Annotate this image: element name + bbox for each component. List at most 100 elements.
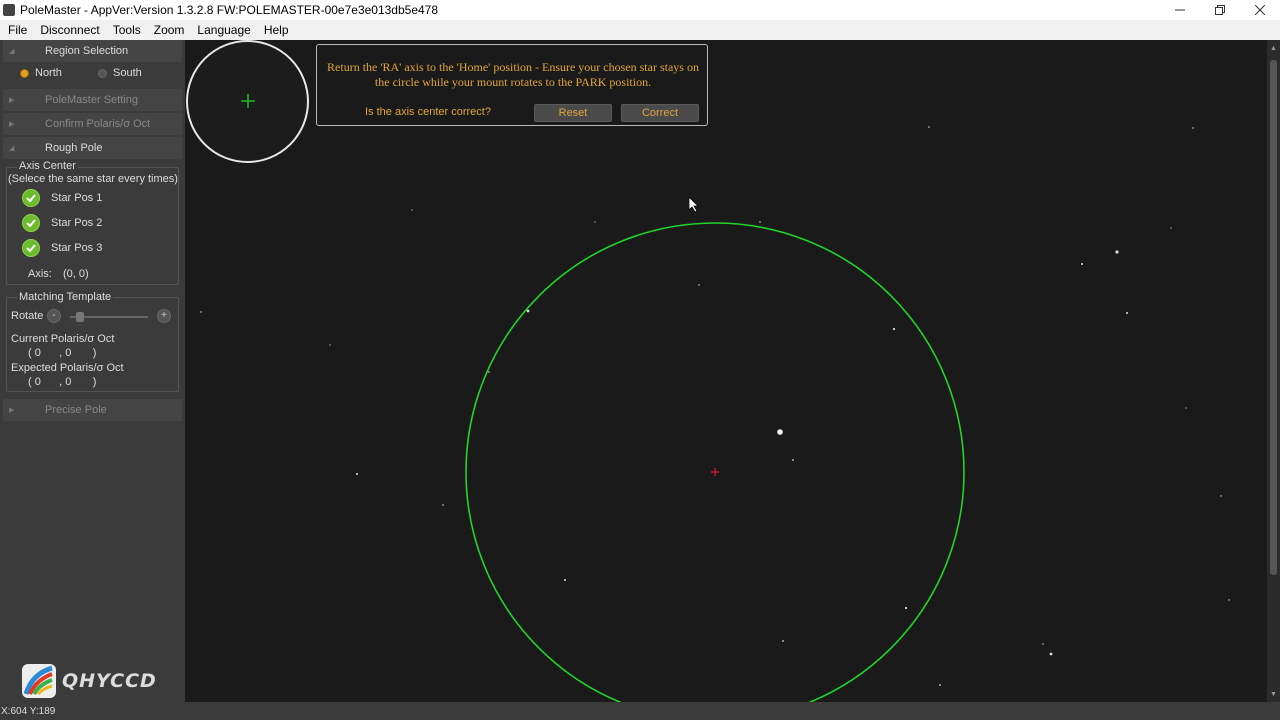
qhyccd-logo-mark	[22, 664, 56, 698]
check-icon	[22, 189, 40, 207]
star	[1228, 599, 1230, 601]
correct-button[interactable]: Correct	[621, 104, 699, 122]
star	[1185, 407, 1187, 409]
guide-circle	[465, 222, 965, 702]
section-precise-pole[interactable]: ▶ Precise Pole	[3, 399, 182, 421]
star	[488, 371, 490, 373]
star	[939, 684, 941, 686]
title-bar: PoleMaster - AppVer:Version 1.3.2.8 FW:P…	[0, 0, 1280, 20]
star	[329, 344, 331, 346]
rotate-plus-button[interactable]: +	[157, 309, 171, 323]
star	[792, 459, 794, 461]
radio-label: South	[113, 67, 142, 79]
axis-center-hint: (Selece the same star every times)	[8, 173, 178, 185]
section-label: PoleMaster Setting	[45, 94, 138, 106]
star	[698, 284, 700, 286]
control-panel: ◢ Region Selection North South ▶ PoleMas…	[0, 40, 185, 702]
star	[411, 209, 413, 211]
section-label: Precise Pole	[45, 404, 107, 416]
scroll-thumb[interactable]	[1270, 60, 1277, 575]
minimize-icon	[1175, 9, 1185, 11]
expanded-triangle-icon: ◢	[9, 48, 15, 55]
menu-disconnect[interactable]: Disconnect	[35, 23, 104, 37]
check-icon	[22, 214, 40, 232]
instruction-message: Return the 'RA' axis to the 'Home' posit…	[317, 60, 709, 90]
section-confirm-polaris[interactable]: ▶ Confirm Polaris/σ Oct	[3, 113, 182, 135]
star	[904, 606, 908, 610]
qhyccd-logo-text: QHYCCD	[62, 670, 157, 692]
app-icon	[3, 4, 15, 16]
section-polemaster-setting[interactable]: ▶ PoleMaster Setting	[3, 89, 182, 111]
star-pos-2[interactable]: Star Pos 2	[22, 214, 102, 232]
collapsed-triangle-icon: ▶	[9, 97, 15, 104]
vertical-scrollbar[interactable]: ▲ ▼	[1267, 40, 1280, 702]
expected-polaris-value: ( 0 , 0 )	[28, 376, 97, 388]
star	[442, 504, 444, 506]
axis-value: (0, 0)	[63, 268, 89, 280]
scroll-up-icon[interactable]: ▲	[1267, 42, 1280, 54]
axis-label: Axis:	[28, 268, 52, 280]
menu-file[interactable]: File	[3, 23, 32, 37]
rotate-minus-button[interactable]: -	[47, 309, 61, 323]
collapsed-triangle-icon: ▶	[9, 407, 15, 414]
star-pos-1[interactable]: Star Pos 1	[22, 189, 102, 207]
close-button[interactable]	[1240, 0, 1280, 20]
radio-north[interactable]: North	[20, 67, 62, 79]
instruction-dialog: Return the 'RA' axis to the 'Home' posit…	[316, 44, 708, 126]
window-title: PoleMaster - AppVer:Version 1.3.2.8 FW:P…	[20, 3, 439, 17]
mouse-cursor-icon	[689, 197, 699, 213]
menu-tools[interactable]: Tools	[108, 23, 146, 37]
stars-group	[200, 126, 1230, 686]
check-icon	[22, 239, 40, 257]
rotate-slider-thumb[interactable]	[76, 312, 84, 322]
status-bar: X:604 Y:189	[0, 702, 1280, 720]
qhyccd-logo: QHYCCD	[22, 664, 167, 698]
radio-label: North	[35, 67, 62, 79]
zoom-preview	[186, 40, 309, 163]
reset-button[interactable]: Reset	[534, 104, 612, 122]
star-pos-label: Star Pos 1	[51, 192, 103, 204]
polemaster-window: PoleMaster - AppVer:Version 1.3.2.8 FW:P…	[0, 0, 1280, 720]
star	[564, 579, 566, 581]
star	[1115, 250, 1119, 254]
star	[928, 126, 930, 128]
crosshair-icon	[241, 94, 255, 108]
star	[892, 327, 896, 331]
current-polaris-value: ( 0 , 0 )	[28, 347, 97, 359]
menu-language[interactable]: Language	[192, 23, 255, 37]
star	[1126, 312, 1128, 314]
menu-zoom[interactable]: Zoom	[149, 23, 190, 37]
matching-template-title: Matching Template	[17, 291, 114, 303]
star-pos-label: Star Pos 2	[51, 217, 103, 229]
radio-dot	[98, 68, 107, 78]
star-field	[200, 126, 1230, 702]
star-pos-label: Star Pos 3	[51, 242, 103, 254]
expanded-triangle-icon: ◢	[9, 145, 15, 152]
sky-image-view[interactable]	[185, 40, 1267, 702]
expected-polaris-label: Expected Polaris/σ Oct	[11, 362, 124, 374]
scroll-down-icon[interactable]: ▼	[1267, 688, 1280, 700]
star	[1042, 643, 1044, 645]
star	[1081, 263, 1083, 265]
star-pos-3[interactable]: Star Pos 3	[22, 239, 102, 257]
axis-center-marker	[711, 468, 719, 476]
radio-south[interactable]: South	[98, 67, 142, 79]
star	[1170, 227, 1172, 229]
section-region-selection[interactable]: ◢ Region Selection	[3, 40, 182, 62]
star	[759, 221, 761, 223]
star	[1192, 127, 1194, 129]
rotate-label: Rotate	[11, 310, 44, 322]
section-label: Confirm Polaris/σ Oct	[45, 118, 151, 130]
section-rough-pole[interactable]: ◢ Rough Pole	[3, 137, 182, 159]
radio-dot-selected	[20, 68, 29, 78]
bright-star	[777, 429, 783, 435]
minimize-button[interactable]	[1160, 0, 1200, 20]
menu-help[interactable]: Help	[259, 23, 294, 37]
collapsed-triangle-icon: ▶	[9, 121, 15, 128]
star	[1049, 652, 1053, 656]
restore-button[interactable]	[1200, 0, 1240, 20]
axis-question: Is the axis center correct?	[365, 106, 491, 118]
menu-bar: File Disconnect Tools Zoom Language Help	[0, 20, 1280, 40]
section-label: Region Selection	[45, 45, 129, 57]
star	[594, 221, 596, 223]
